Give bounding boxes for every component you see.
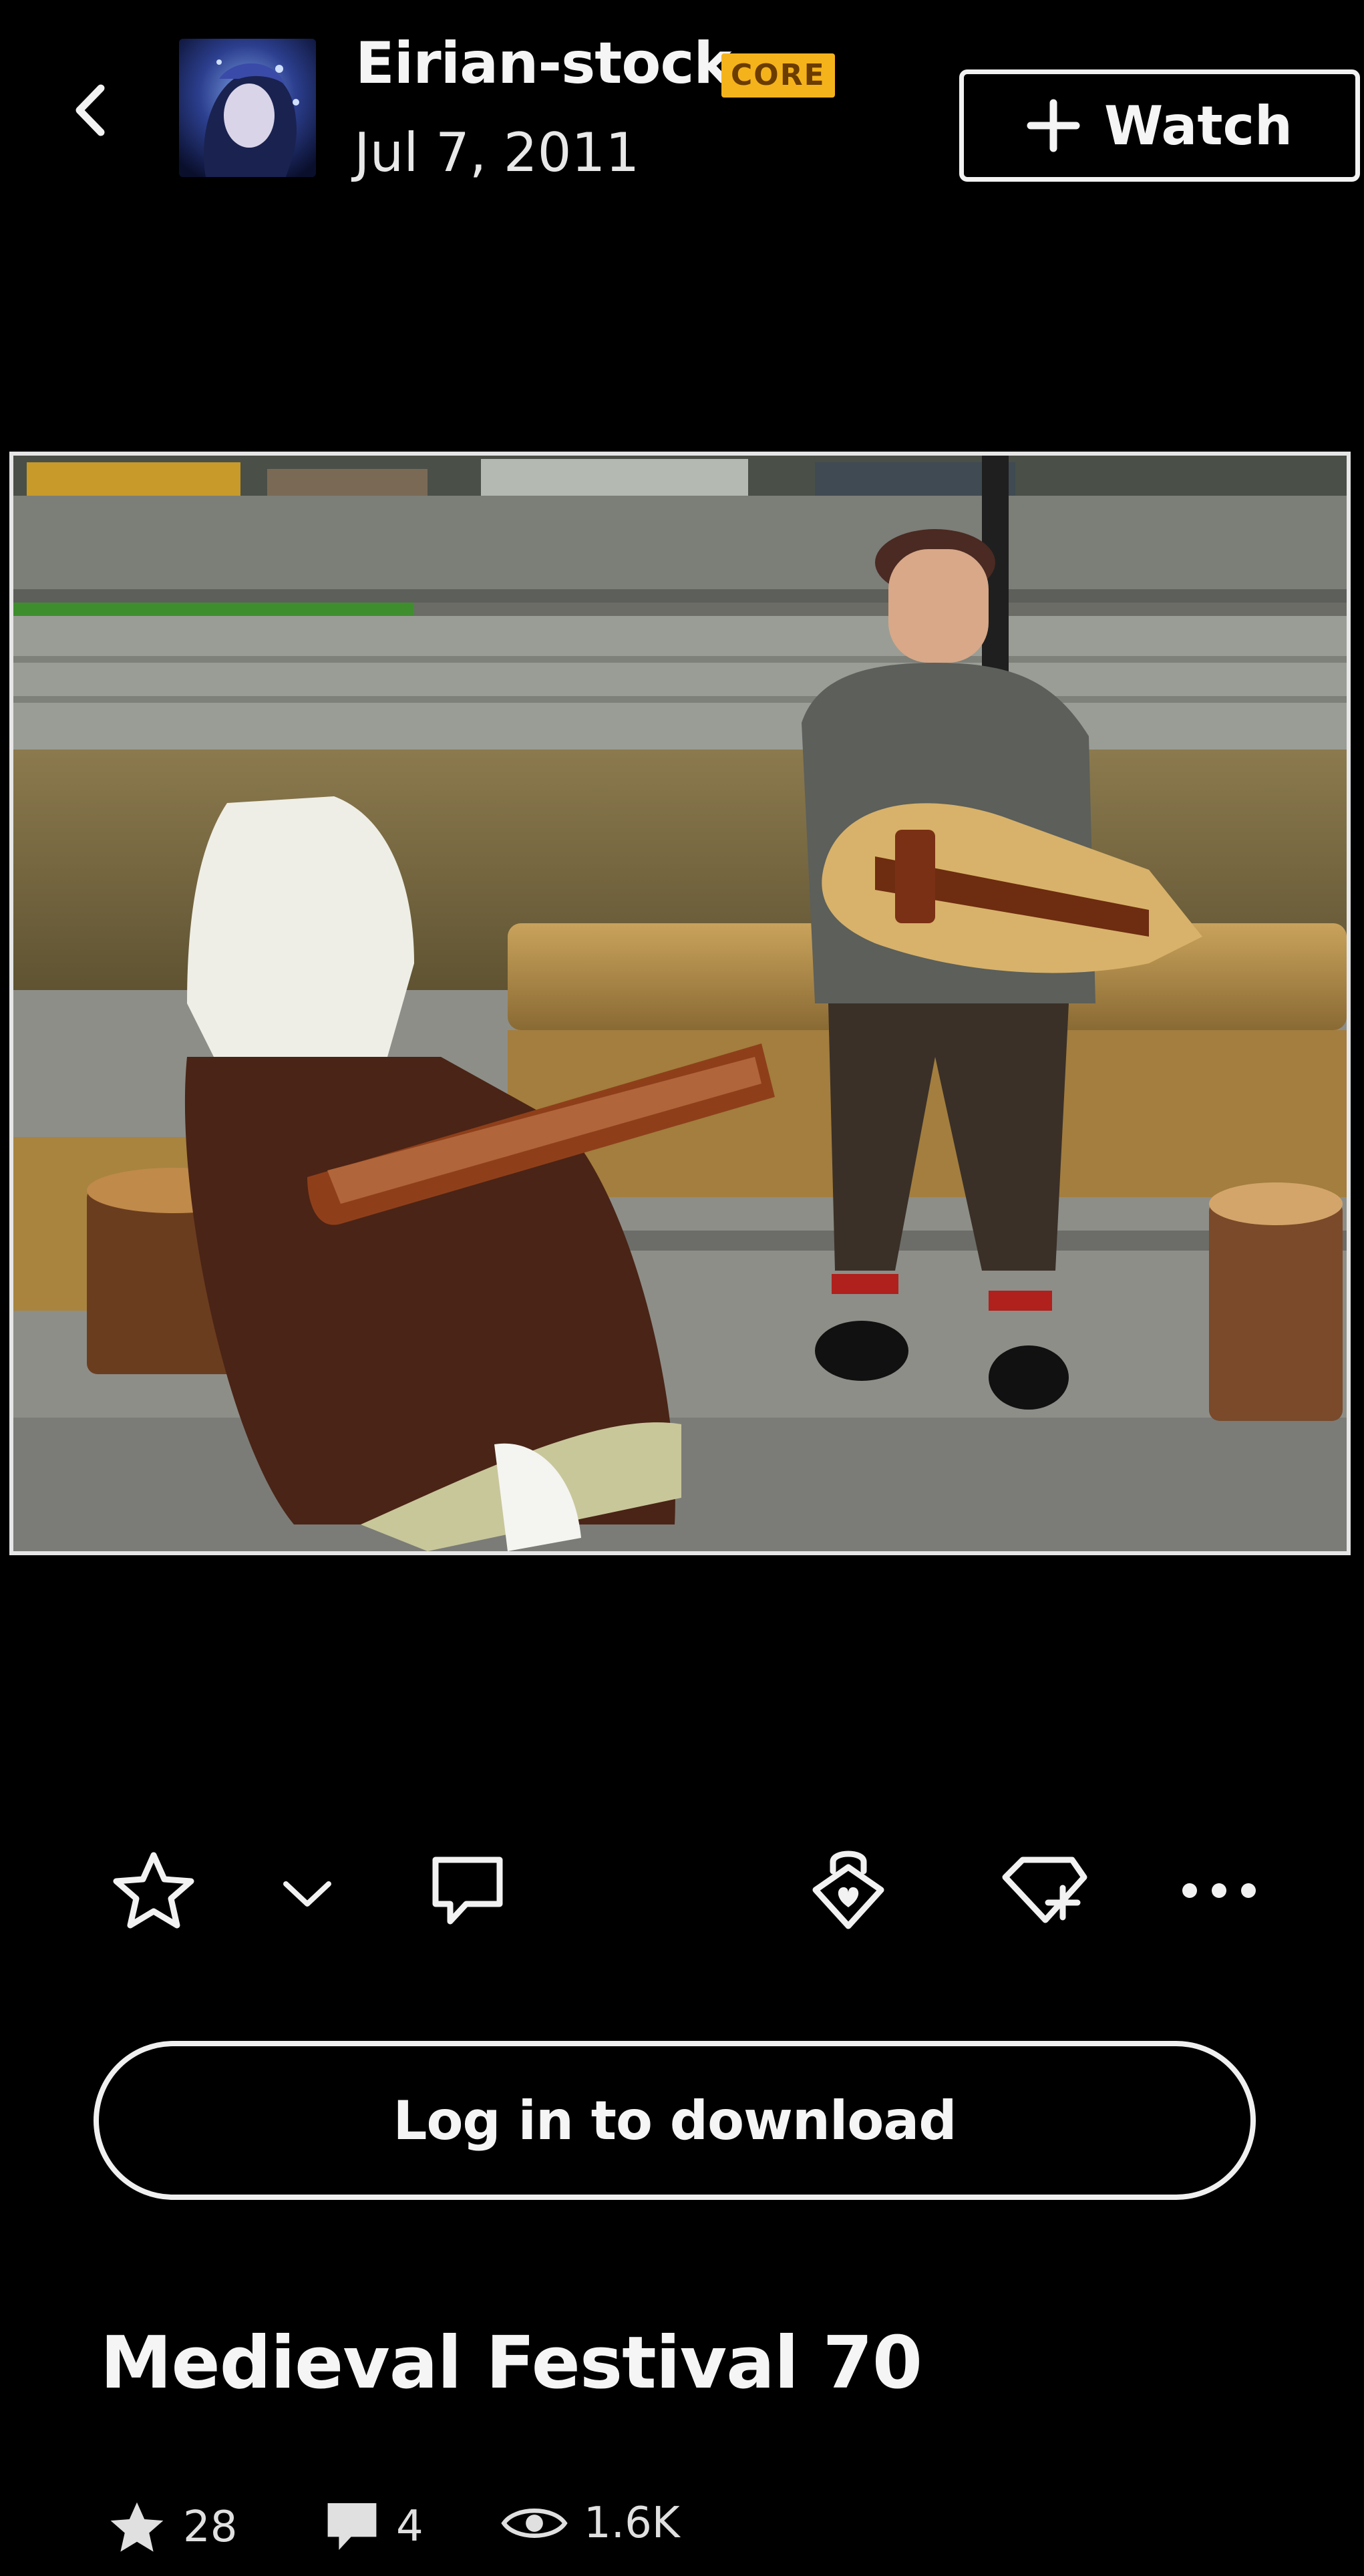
deviation-title: Medieval Festival 70 bbox=[100, 2321, 922, 2405]
watch-label: Watch bbox=[1104, 94, 1293, 157]
favourite-button[interactable] bbox=[107, 1844, 200, 1937]
comment-filled-icon bbox=[327, 2503, 377, 2550]
photo-illustration bbox=[13, 456, 1347, 1551]
more-options-button[interactable] bbox=[1176, 1857, 1262, 1924]
username[interactable]: Eirian-stock bbox=[355, 30, 732, 97]
lock-heart-icon bbox=[812, 1850, 884, 1929]
favourite-options-dropdown[interactable] bbox=[274, 1864, 341, 1924]
back-chevron-icon bbox=[75, 84, 105, 136]
comment-icon bbox=[432, 1857, 503, 1925]
comments-count: 4 bbox=[396, 2502, 423, 2551]
login-to-download-label: Log in to download bbox=[393, 2089, 957, 2152]
eye-icon bbox=[501, 2509, 568, 2538]
collection-add-icon bbox=[1002, 1857, 1087, 1923]
favourites-stat: 28 bbox=[107, 2499, 237, 2556]
download-lock-button[interactable] bbox=[802, 1837, 895, 1937]
login-to-download-button[interactable]: Log in to download bbox=[94, 2041, 1256, 2200]
comment-button[interactable] bbox=[421, 1844, 514, 1937]
views-stat: 1.6K bbox=[501, 2499, 680, 2548]
plus-icon bbox=[1027, 99, 1080, 152]
add-to-collection-button[interactable] bbox=[995, 1844, 1095, 1937]
deviation-image[interactable] bbox=[9, 452, 1351, 1555]
avatar-image bbox=[179, 39, 316, 177]
avatar[interactable] bbox=[179, 39, 316, 177]
post-date: Jul 7, 2011 bbox=[354, 122, 640, 184]
more-icon bbox=[1182, 1883, 1256, 1898]
comments-stat: 4 bbox=[324, 2499, 423, 2555]
core-badge: CORE bbox=[721, 53, 835, 98]
views-count: 1.6K bbox=[584, 2499, 680, 2548]
watch-button[interactable]: Watch bbox=[959, 69, 1360, 182]
back-button[interactable] bbox=[60, 73, 120, 147]
favourites-count: 28 bbox=[183, 2503, 238, 2552]
chevron-down-icon bbox=[283, 1881, 331, 1907]
star-filled-icon bbox=[110, 2502, 164, 2552]
star-icon bbox=[113, 1852, 194, 1929]
